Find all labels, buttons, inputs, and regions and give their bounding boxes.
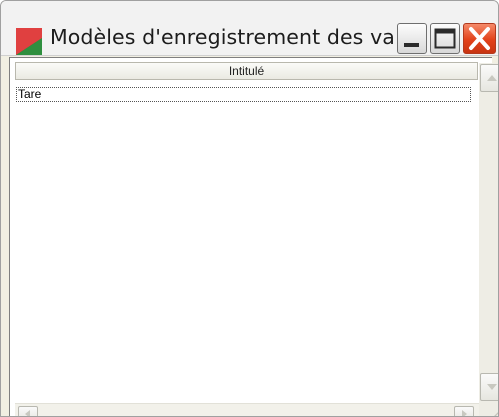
scroll-up-button[interactable]: [480, 64, 498, 92]
maximize-icon: [434, 28, 456, 49]
list-view[interactable]: Intitulé Tare: [9, 57, 498, 416]
close-icon: [469, 27, 490, 50]
column-header-intitule[interactable]: Intitulé: [15, 62, 478, 80]
window: Modèles d'enregistrement des va... Intit…: [0, 0, 499, 417]
arrow-up-icon: [487, 75, 497, 81]
arrow-down-icon: [487, 384, 497, 390]
app-flag-icon: [16, 28, 42, 55]
arrow-right-icon: [462, 410, 467, 416]
resize-grip-icon: [494, 412, 498, 416]
vertical-scrollbar[interactable]: [479, 63, 498, 403]
scroll-right-button[interactable]: [454, 406, 474, 416]
minimize-button[interactable]: [397, 23, 427, 54]
resize-grip[interactable]: [479, 403, 498, 416]
arrow-left-icon: [25, 410, 30, 416]
close-button[interactable]: [463, 23, 496, 54]
list-item[interactable]: Tare: [16, 87, 471, 102]
maximize-button[interactable]: [430, 23, 460, 54]
horizontal-scrollbar[interactable]: [15, 403, 479, 416]
title-bar[interactable]: Modèles d'enregistrement des va...: [1, 1, 498, 56]
scroll-left-button[interactable]: [18, 406, 38, 416]
scroll-down-button[interactable]: [480, 373, 498, 401]
minimize-icon: [404, 43, 419, 47]
window-title: Modèles d'enregistrement des va...: [50, 25, 415, 49]
